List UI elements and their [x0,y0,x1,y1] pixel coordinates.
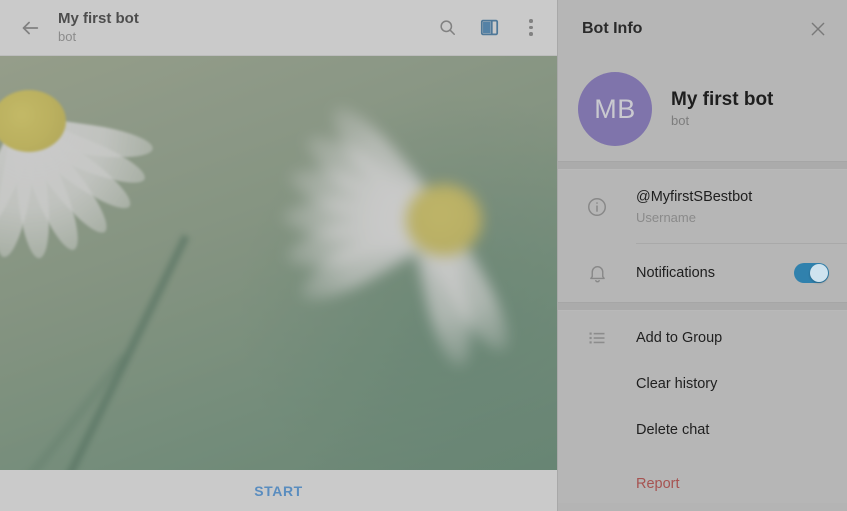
chat-header: My first bot bot [0,0,557,56]
toggle-knob [810,264,828,282]
menu-item-clear-history[interactable]: Clear history [558,365,847,403]
menu-spacer-3 [558,449,847,465]
chat-pane: My first bot bot START [0,0,557,511]
list-icon [580,328,614,348]
start-bar: START [0,470,557,511]
panel-title: Bot Info [582,19,643,37]
avatar: MB [578,72,652,146]
menu-item-body: Clear history [636,375,831,393]
chat-header-actions [435,16,543,40]
info-circle-icon [580,196,614,218]
profile-subtitle: bot [671,113,690,128]
search-icon[interactable] [435,16,459,40]
app-root: My first bot bot START Bot Info MB My fi… [0,0,847,511]
menu-item-body: Add to Group [636,329,831,347]
menu-item-label: Report [636,476,680,492]
menu-spacer-2 [558,403,847,411]
bot-info-panel: Bot Info MB My first bot bot @MyfirstSBe… [557,0,847,511]
menu-item-add-to-group[interactable]: Add to Group [558,319,847,357]
username-body: @MyfirstSBestbot Username [636,187,831,227]
details-section: @MyfirstSBestbot Username Notifications [558,170,847,302]
menu-top-spacer [558,311,847,319]
chat-title: My first bot [58,10,139,27]
flower-stem-secondary [0,353,129,470]
section-separator-2 [558,302,847,311]
start-button[interactable]: START [254,483,303,499]
username-label: Username [636,210,696,225]
toggle-info-panel-icon[interactable] [477,16,501,40]
back-arrow-icon[interactable] [12,10,48,46]
actions-section: Add to Group Clear history Delete chat R… [558,311,847,503]
bell-icon [580,263,614,284]
profile-name: My first bot [671,89,774,110]
close-icon[interactable] [803,14,833,44]
panel-header: Bot Info [558,0,847,57]
menu-item-label: Clear history [636,376,718,392]
chat-header-titles[interactable]: My first bot bot [58,10,435,45]
menu-item-label: Delete chat [636,422,710,438]
notifications-toggle[interactable] [794,263,829,283]
username-row[interactable]: @MyfirstSBestbot Username [558,170,847,244]
notifications-row[interactable]: Notifications [558,244,847,302]
username-value: @MyfirstSBestbot [636,189,753,205]
menu-item-label: Add to Group [636,330,723,346]
chat-subtitle: bot [58,29,77,44]
profile-texts: My first bot bot [671,88,773,130]
menu-item-body: Delete chat [636,421,831,439]
daisy-flower-left [0,56,164,262]
chat-wallpaper [0,56,557,470]
menu-item-body: Report [636,475,831,493]
profile-block: MB My first bot bot [558,57,847,161]
menu-item-report[interactable]: Report [558,465,847,503]
notifications-label: Notifications [636,265,715,281]
menu-item-delete-chat[interactable]: Delete chat [558,411,847,449]
daisy-flower-right [281,84,557,371]
section-separator-1 [558,161,847,170]
menu-spacer-1 [558,357,847,365]
more-vertical-icon[interactable] [519,16,543,40]
